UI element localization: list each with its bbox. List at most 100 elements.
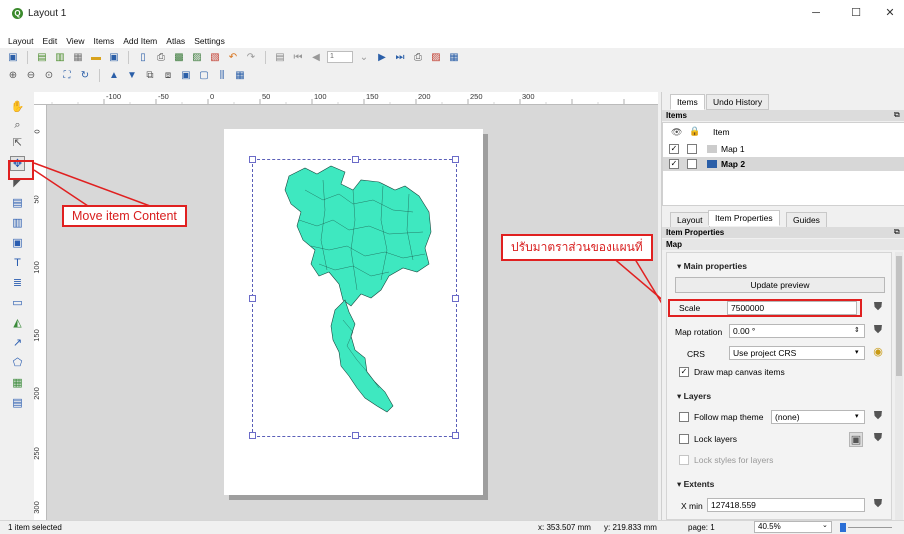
atlas-settings-icon[interactable]: ▦ xyxy=(447,51,461,64)
layout-canvas[interactable] xyxy=(47,105,658,520)
add-map-icon[interactable]: ▤ xyxy=(10,196,25,211)
refresh-icon[interactable]: ↻ xyxy=(78,69,92,82)
print-icon[interactable]: ⎙ xyxy=(154,51,168,64)
map-item-frame[interactable] xyxy=(249,156,459,439)
raise-item-icon[interactable]: ▲ xyxy=(107,69,121,82)
panel-float-icon[interactable]: ⧉ xyxy=(894,227,900,237)
list-item-selected[interactable]: ✓ Map 2 xyxy=(663,157,904,171)
resize-handle[interactable] xyxy=(249,295,256,302)
add-scalebar-icon[interactable]: ▭ xyxy=(10,296,25,311)
lock-layers-checkbox[interactable] xyxy=(679,434,689,444)
lock-layers-row[interactable]: Lock layers xyxy=(679,434,737,444)
new-layout-icon[interactable]: ▤ xyxy=(35,51,49,64)
export-svg-icon[interactable]: ▨ xyxy=(190,51,204,64)
chevron-down-icon[interactable]: ▾ xyxy=(855,348,859,356)
align-items-icon[interactable]: ⫼ xyxy=(215,69,229,82)
previous-feature-icon[interactable]: ◀ xyxy=(309,51,323,64)
redo-icon[interactable]: ↷ xyxy=(244,51,258,64)
zoom-in-icon[interactable]: ⊕ xyxy=(6,69,20,82)
visible-checkbox[interactable]: ✓ xyxy=(669,159,679,169)
zoom-actual-icon[interactable]: ⊙ xyxy=(42,69,56,82)
atlas-toggle-icon[interactable]: ▤ xyxy=(273,51,287,64)
map-theme-select[interactable]: (none) xyxy=(771,410,865,424)
lock-checkbox[interactable] xyxy=(687,159,697,169)
draw-map-items-checkbox[interactable]: ✓ xyxy=(679,367,689,377)
lock-items-icon[interactable]: ▣ xyxy=(179,69,193,82)
export-atlas-icon[interactable]: ▨ xyxy=(429,51,443,64)
chevron-down-icon[interactable]: ⌄ xyxy=(822,521,828,529)
tab-layout[interactable]: Layout xyxy=(670,212,710,228)
follow-theme-checkbox[interactable] xyxy=(679,412,689,422)
tab-guides[interactable]: Guides xyxy=(786,212,827,228)
menu-layout[interactable]: Layout xyxy=(8,36,34,46)
open-template-icon[interactable]: ▬ xyxy=(89,51,103,64)
save-template-icon[interactable]: ▣ xyxy=(107,51,121,64)
data-defined-icon[interactable]: ⛊ xyxy=(871,498,885,511)
data-defined-icon[interactable]: ⛊ xyxy=(871,324,885,337)
panel-float-icon[interactable]: ⧉ xyxy=(894,110,900,120)
zoom-full-icon[interactable]: ⛶ xyxy=(60,69,74,82)
add-attribute-table-icon[interactable]: ▤ xyxy=(10,396,25,411)
zoom-combo[interactable]: 40.5% xyxy=(754,521,832,533)
minimize-button[interactable]: ─ xyxy=(806,6,826,20)
pan-layout-icon[interactable]: ✋ xyxy=(10,100,25,115)
list-item[interactable]: ✓ Map 1 xyxy=(669,142,904,156)
xmin-input[interactable]: 127418.559 xyxy=(707,498,865,512)
add-html-icon[interactable]: ▦ xyxy=(10,376,25,391)
resize-handle[interactable] xyxy=(249,432,256,439)
unlock-items-icon[interactable]: ▢ xyxy=(197,69,211,82)
add-polygon-icon[interactable]: ⬠ xyxy=(10,356,25,371)
save-icon[interactable]: ▣ xyxy=(6,51,20,64)
menu-view[interactable]: View xyxy=(66,36,84,46)
last-feature-icon[interactable]: ⏭ xyxy=(393,51,407,64)
chevron-down-icon[interactable]: ⌄ xyxy=(357,51,371,64)
menu-settings[interactable]: Settings xyxy=(194,36,225,46)
data-defined-icon[interactable]: ⛊ xyxy=(871,432,885,445)
lock-styles-row[interactable]: Lock styles for layers xyxy=(679,455,773,465)
add-picture-icon[interactable]: ▣ xyxy=(10,236,25,251)
maximize-button[interactable]: ☐ xyxy=(846,6,866,20)
first-feature-icon[interactable]: ⏮ xyxy=(291,51,305,64)
print-atlas-icon[interactable]: ⎙ xyxy=(411,51,425,64)
data-defined-icon[interactable]: ⛊ xyxy=(871,301,885,314)
add-label-icon[interactable]: T xyxy=(10,256,25,271)
menu-atlas[interactable]: Atlas xyxy=(166,36,185,46)
export-pdf-icon[interactable]: ▧ xyxy=(208,51,222,64)
resize-handle[interactable] xyxy=(352,432,359,439)
thailand-map[interactable] xyxy=(253,160,458,438)
close-button[interactable]: ✕ xyxy=(880,6,900,20)
properties-scrollbar[interactable] xyxy=(895,252,903,520)
undo-icon[interactable]: ↶ xyxy=(226,51,240,64)
menu-add-item[interactable]: Add Item xyxy=(123,36,157,46)
zoom-slider-handle[interactable] xyxy=(840,523,846,532)
resize-handle[interactable] xyxy=(452,156,459,163)
tab-undo-history[interactable]: Undo History xyxy=(706,94,770,110)
add-arrow-icon[interactable]: ↗ xyxy=(10,336,25,351)
zoom-tool-icon[interactable]: ⌕ xyxy=(10,118,25,133)
group-items-icon[interactable]: ⧉ xyxy=(143,69,157,82)
tab-items[interactable]: Items xyxy=(670,94,705,110)
layout-manager-icon[interactable]: ▦ xyxy=(71,51,85,64)
ungroup-items-icon[interactable]: ⧈ xyxy=(161,69,175,82)
export-image-icon[interactable]: ▩ xyxy=(172,51,186,64)
distribute-items-icon[interactable]: ▦ xyxy=(233,69,247,82)
add-3d-map-icon[interactable]: ▥ xyxy=(10,216,25,231)
lower-item-icon[interactable]: ▼ xyxy=(125,69,139,82)
scale-input[interactable]: 7500000 xyxy=(727,301,857,315)
crs-select[interactable]: Use project CRS xyxy=(729,346,865,360)
layout-page[interactable] xyxy=(224,129,483,495)
resize-handle[interactable] xyxy=(352,156,359,163)
lock-checkbox[interactable] xyxy=(687,144,697,154)
zoom-slider-track[interactable] xyxy=(848,527,892,528)
next-feature-icon[interactable]: ▶ xyxy=(375,51,389,64)
menu-edit[interactable]: Edit xyxy=(43,36,58,46)
chevron-down-icon[interactable]: ▾ xyxy=(855,412,859,420)
scrollbar-thumb[interactable] xyxy=(896,256,902,376)
follow-theme-row[interactable]: Follow map theme xyxy=(679,412,763,422)
add-legend-icon[interactable]: ≣ xyxy=(10,276,25,291)
draw-map-items-row[interactable]: ✓ Draw map canvas items xyxy=(679,367,785,377)
resize-handle[interactable] xyxy=(452,432,459,439)
zoom-out-icon[interactable]: ⊖ xyxy=(24,69,38,82)
tab-item-properties[interactable]: Item Properties xyxy=(708,210,780,226)
update-preview-button[interactable]: Update preview xyxy=(675,277,885,293)
